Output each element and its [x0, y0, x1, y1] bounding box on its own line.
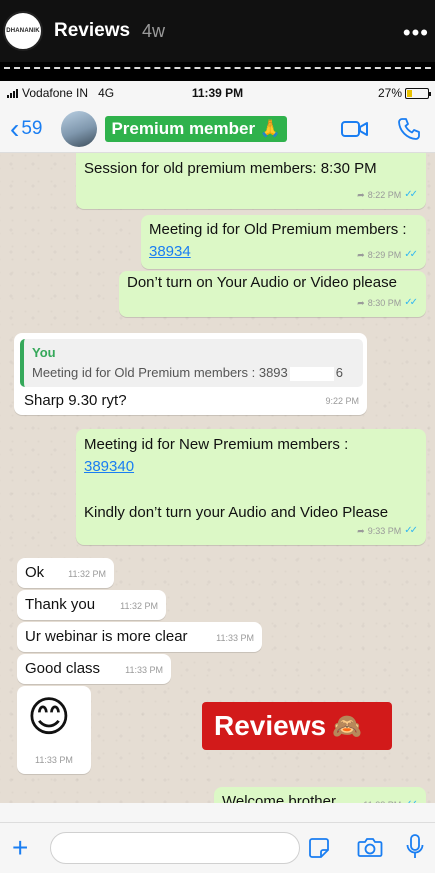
group-name[interactable]: Premium member 🙏: [105, 115, 287, 142]
see-no-evil-monkey-emoji: 🙈: [332, 712, 362, 740]
status-time: 11:39 PM: [191, 86, 244, 100]
message-bubble-outgoing[interactable]: Meeting id for New Premium members : 389…: [76, 429, 426, 545]
camera-icon[interactable]: [357, 836, 383, 858]
message-bubble-outgoing[interactable]: Don’t turn on Your Audio or Video please…: [119, 271, 426, 317]
read-ticks-icon: ✓✓: [404, 795, 418, 803]
message-input[interactable]: [50, 832, 300, 864]
back-button[interactable]: ‹ 59: [10, 112, 43, 144]
plus-icon[interactable]: +: [12, 832, 36, 864]
meeting-id-link[interactable]: 38934: [149, 242, 191, 262]
status-bar: Vodafone IN 4G 11:39 PM 27%: [0, 81, 435, 105]
microphone-icon[interactable]: [406, 834, 424, 860]
battery-percent: 27%: [377, 86, 402, 100]
message-meta: ➦ 8:29 PM ✓✓: [357, 245, 418, 265]
battery-fill: [407, 89, 413, 97]
story-avatar[interactable]: DHANANIK: [3, 11, 43, 51]
message-text-secondary: Kindly don’t turn your Audio and Video P…: [84, 504, 389, 521]
story-avatar-text: DHANANIK: [6, 28, 40, 34]
reviews-overlay-sticker: Reviews 🙈: [202, 702, 392, 750]
phone-screenshot: Vodafone IN 4G 11:39 PM 27% ‹ 59 Premium…: [0, 81, 435, 873]
message-bubble-outgoing[interactable]: Session for old premium members: 8:30 PM…: [76, 153, 426, 209]
read-ticks-icon: ✓✓: [404, 249, 418, 260]
quoted-message[interactable]: You Meeting id for Old Premium members :…: [20, 339, 363, 387]
message-meta: ➦ 9:33 PM ✓✓: [357, 521, 418, 541]
story-time: 4w: [142, 20, 166, 41]
message-time: 11:38 PM: [363, 795, 401, 803]
battery-indicator: 27%: [377, 86, 431, 100]
story-header: DHANANIK Reviews 4w •••: [0, 0, 435, 62]
story-progress-bar: [4, 67, 431, 69]
message-meta: 11:33 PM: [35, 750, 73, 770]
story-title: Reviews: [54, 20, 131, 41]
message-meta: 9:22 PM: [325, 391, 359, 411]
message-bubble-incoming[interactable]: Ok 11:32 PM: [17, 558, 114, 588]
message-bubble-incoming[interactable]: Ur webinar is more clear 11:33 PM: [17, 622, 262, 652]
message-time: 9:22 PM: [325, 396, 359, 406]
message-meta: 11:33 PM: [125, 660, 163, 680]
forwarded-icon: ➦: [357, 190, 365, 200]
chat-header: ‹ 59 Premium member 🙏: [0, 105, 435, 153]
message-meta: 11:32 PM: [68, 564, 106, 584]
message-meta: 11:38 PM✓✓: [363, 795, 418, 803]
message-text: Welcome brother: [222, 793, 336, 803]
message-input-bar: +: [0, 822, 435, 873]
message-time: 11:32 PM: [68, 569, 106, 579]
chat-header-actions: [341, 117, 421, 141]
forwarded-icon: ➦: [357, 526, 365, 536]
message-meta: ➦ 8:22 PM ✓✓: [357, 185, 418, 205]
message-bubble-incoming[interactable]: Good class 11:33 PM: [17, 654, 171, 684]
message-time: 11:32 PM: [120, 601, 158, 611]
message-bubble-incoming[interactable]: 😊 11:33 PM: [17, 686, 91, 774]
message-time: 11:33 PM: [125, 665, 163, 675]
message-text: Ur webinar is more clear: [25, 628, 188, 645]
group-avatar[interactable]: [61, 110, 98, 147]
quote-text-visible: Meeting id for Old Premium members : 389…: [32, 365, 288, 380]
message-text: Session for old premium members: 8:30 PM: [84, 160, 377, 177]
message-bubble-incoming[interactable]: You Meeting id for Old Premium members :…: [14, 333, 367, 415]
quote-text: Meeting id for Old Premium members : 389…: [32, 363, 355, 383]
message-meta: 11:33 PM: [216, 628, 254, 648]
message-text: Good class: [25, 660, 101, 677]
forwarded-icon: ➦: [357, 298, 365, 308]
redaction-block: [289, 366, 334, 381]
message-time: 11:33 PM: [35, 755, 73, 765]
overlay-text: Reviews: [214, 710, 327, 741]
unread-count: 59: [21, 117, 43, 139]
message-meta: 11:32 PM: [120, 596, 158, 616]
video-call-icon[interactable]: [341, 119, 369, 139]
battery-icon: [405, 87, 431, 99]
message-text: Ok: [25, 564, 45, 581]
message-text: Don’t turn on Your Audio or Video please: [127, 274, 397, 291]
message-time: 11:33 PM: [216, 633, 254, 643]
message-text: Meeting id for Old Premium members :: [149, 221, 407, 238]
quote-author: You: [32, 345, 56, 360]
message-text: Meeting id for New Premium members :: [84, 436, 349, 453]
more-options-icon[interactable]: •••: [403, 20, 429, 46]
message-text: Sharp 9.30 ryt?: [24, 392, 127, 409]
message-time: 8:30 PM: [367, 298, 402, 308]
message-time: 8:29 PM: [367, 250, 402, 260]
message-bubble-outgoing[interactable]: Meeting id for Old Premium members : 389…: [141, 215, 426, 269]
read-ticks-icon: ✓✓: [404, 297, 418, 308]
message-text: Thank you: [25, 596, 96, 613]
phone-call-icon[interactable]: [397, 117, 421, 141]
message-bubble-outgoing[interactable]: Welcome brother 11:38 PM✓✓: [214, 787, 426, 803]
chat-area[interactable]: Session for old premium members: 8:30 PM…: [0, 153, 435, 803]
forwarded-icon: ➦: [357, 250, 365, 260]
message-time: 9:33 PM: [367, 526, 402, 536]
message-meta: ➦ 8:30 PM ✓✓: [357, 293, 418, 313]
chevron-left-icon: ‹: [10, 112, 20, 144]
message-bubble-incoming[interactable]: Thank you 11:32 PM: [17, 590, 166, 620]
sticker-icon[interactable]: [308, 837, 330, 859]
message-time: 8:22 PM: [367, 190, 402, 200]
meeting-id-link[interactable]: 389340: [84, 457, 134, 477]
read-ticks-icon: ✓✓: [404, 189, 418, 200]
quote-text-end: 6: [335, 365, 344, 380]
read-ticks-icon: ✓✓: [404, 525, 418, 536]
smiling-face-emoji: 😊: [27, 693, 71, 740]
